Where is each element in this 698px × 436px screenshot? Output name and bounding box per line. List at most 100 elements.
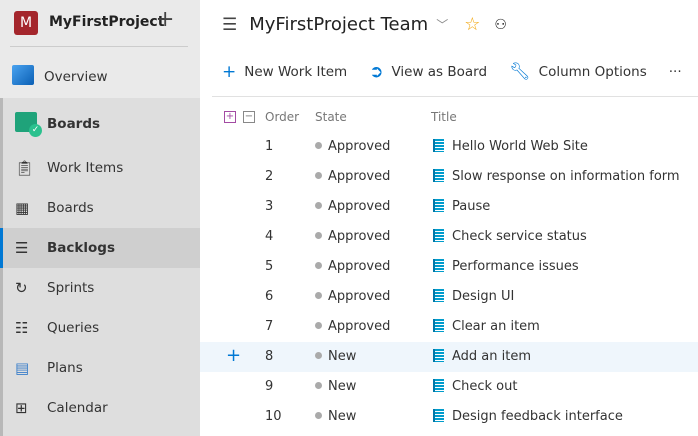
title-link[interactable]: Design UI	[452, 289, 514, 304]
title-link[interactable]: Check service status	[452, 229, 587, 244]
title-cell[interactable]: Design feedback interface	[433, 409, 623, 424]
toolbar: + New Work Item ➲ View as Board 🔧︎ Column O…	[222, 62, 682, 82]
work-item-icon	[433, 349, 444, 362]
title-cell[interactable]: Add an item	[433, 349, 531, 364]
state-label: Approved	[328, 169, 391, 184]
title-link[interactable]: Slow response on information form	[452, 169, 680, 184]
order-cell: 8	[265, 349, 274, 364]
nav-label: Queries	[47, 320, 100, 336]
table-row[interactable]: 3 Approved Pause	[200, 192, 698, 222]
sidebar: M MyFirstProject + Overview ✓ Boards 📋︎ W…	[0, 0, 200, 436]
nav-work-items[interactable]: 📋︎ Work Items	[3, 148, 200, 188]
state-dot-icon	[315, 412, 322, 419]
calendar-icon: ⊞	[15, 399, 28, 417]
state-cell: Approved	[315, 259, 390, 274]
state-label: Approved	[328, 289, 391, 304]
favorite-star-icon[interactable]: ☆	[464, 14, 480, 35]
title-link[interactable]: Design feedback interface	[452, 409, 623, 424]
nav-boards-hub[interactable]: ✓ Boards	[3, 104, 200, 144]
team-members-icon[interactable]: ⚇	[494, 17, 507, 33]
title-link[interactable]: Hello World Web Site	[452, 139, 588, 154]
column-order[interactable]: Order	[265, 110, 299, 124]
view-as-board-button[interactable]: ➲ View as Board	[369, 62, 487, 82]
nav-label: Plans	[47, 360, 83, 376]
work-item-icon	[433, 319, 444, 332]
nav-queries[interactable]: ☷ Queries	[3, 308, 200, 348]
state-cell: Approved	[315, 319, 390, 334]
wrench-icon: 🔧︎	[509, 62, 531, 82]
nav-label: Sprints	[47, 280, 95, 296]
order-cell: 4	[265, 229, 274, 244]
table-row[interactable]: 1 Approved Hello World Web Site	[200, 132, 698, 162]
state-dot-icon	[315, 292, 322, 299]
work-item-icon	[433, 379, 444, 392]
add-child-icon[interactable]: +	[226, 345, 241, 366]
more-options-button[interactable]: ···	[669, 64, 682, 80]
title-cell[interactable]: Hello World Web Site	[433, 139, 588, 154]
nav-sprints[interactable]: ↻ Sprints	[3, 268, 200, 308]
work-item-icon	[433, 229, 444, 242]
table-row[interactable]: 10 New Design feedback interface	[200, 402, 698, 432]
work-item-icon	[433, 259, 444, 272]
new-work-item-button[interactable]: + New Work Item	[222, 62, 347, 82]
button-label: New Work Item	[244, 64, 348, 80]
column-options-button[interactable]: 🔧︎ Column Options	[509, 62, 647, 82]
title-cell[interactable]: Check service status	[433, 229, 587, 244]
collapse-all-icon[interactable]: −	[243, 111, 255, 123]
title-cell[interactable]: Clear an item	[433, 319, 540, 334]
nav-overview-label: Overview	[44, 69, 108, 85]
nav-plans[interactable]: ▤ Plans	[3, 348, 200, 388]
table-row[interactable]: 7 Approved Clear an item	[200, 312, 698, 342]
title-cell[interactable]: Performance issues	[433, 259, 579, 274]
add-icon[interactable]: +	[156, 9, 174, 31]
nav-label: Backlogs	[47, 240, 115, 256]
title-link[interactable]: Check out	[452, 379, 517, 394]
state-cell: New	[315, 409, 356, 424]
project-header: M MyFirstProject +	[0, 0, 200, 46]
project-avatar: M	[14, 11, 38, 35]
state-label: Approved	[328, 319, 391, 334]
title-cell[interactable]: Pause	[433, 199, 490, 214]
plus-icon: +	[222, 62, 237, 82]
table-row[interactable]: 5 Approved Performance issues	[200, 252, 698, 282]
state-label: Approved	[328, 229, 391, 244]
table-header: + − Order State Title	[200, 110, 698, 128]
title-link[interactable]: Clear an item	[452, 319, 540, 334]
nav-overview[interactable]: Overview	[0, 57, 197, 97]
sprint-icon: ↻	[15, 279, 28, 297]
team-title[interactable]: MyFirstProject Team	[249, 14, 428, 35]
order-cell: 9	[265, 379, 274, 394]
state-cell: Approved	[315, 199, 390, 214]
expand-all-icon[interactable]: +	[224, 111, 236, 123]
title-cell[interactable]: Slow response on information form	[433, 169, 680, 184]
main-content: ☰ MyFirstProject Team ﹀ ☆ ⚇ + New Work It…	[200, 0, 698, 436]
state-cell: New	[315, 379, 356, 394]
title-cell[interactable]: Design UI	[433, 289, 514, 304]
arrow-circle-icon: ➲	[369, 62, 384, 82]
table-row[interactable]: 9 New Check out	[200, 372, 698, 402]
column-state[interactable]: State	[315, 110, 347, 124]
board-grid-icon: ▦	[15, 199, 30, 217]
column-title[interactable]: Title	[431, 110, 457, 124]
title-link[interactable]: Performance issues	[452, 259, 579, 274]
table-row[interactable]: 4 Approved Check service status	[200, 222, 698, 252]
table-row[interactable]: 6 Approved Design UI	[200, 282, 698, 312]
state-cell: New	[315, 349, 356, 364]
backlog-icon: ☰	[15, 239, 29, 257]
nav-calendar[interactable]: ⊞ Calendar	[3, 388, 200, 428]
boards-hub-icon: ✓	[3, 112, 47, 137]
nav-boards[interactable]: ▦ Boards	[3, 188, 200, 228]
state-dot-icon	[315, 202, 322, 209]
page-header: ☰ MyFirstProject Team ﹀ ☆ ⚇	[222, 14, 507, 35]
project-name[interactable]: MyFirstProject	[49, 14, 164, 30]
nav-backlogs[interactable]: ☰ Backlogs	[0, 228, 200, 268]
title-link[interactable]: Pause	[452, 199, 490, 214]
state-dot-icon	[315, 262, 322, 269]
chevron-down-icon[interactable]: ﹀	[436, 16, 448, 33]
title-cell[interactable]: Check out	[433, 379, 517, 394]
title-link[interactable]: Add an item	[452, 349, 531, 364]
table-row[interactable]: 2 Approved Slow response on information fo…	[200, 162, 698, 192]
nav-label: Work Items	[47, 160, 124, 176]
work-item-icon	[433, 199, 444, 212]
table-row[interactable]: +8 New Add an item	[200, 342, 698, 372]
